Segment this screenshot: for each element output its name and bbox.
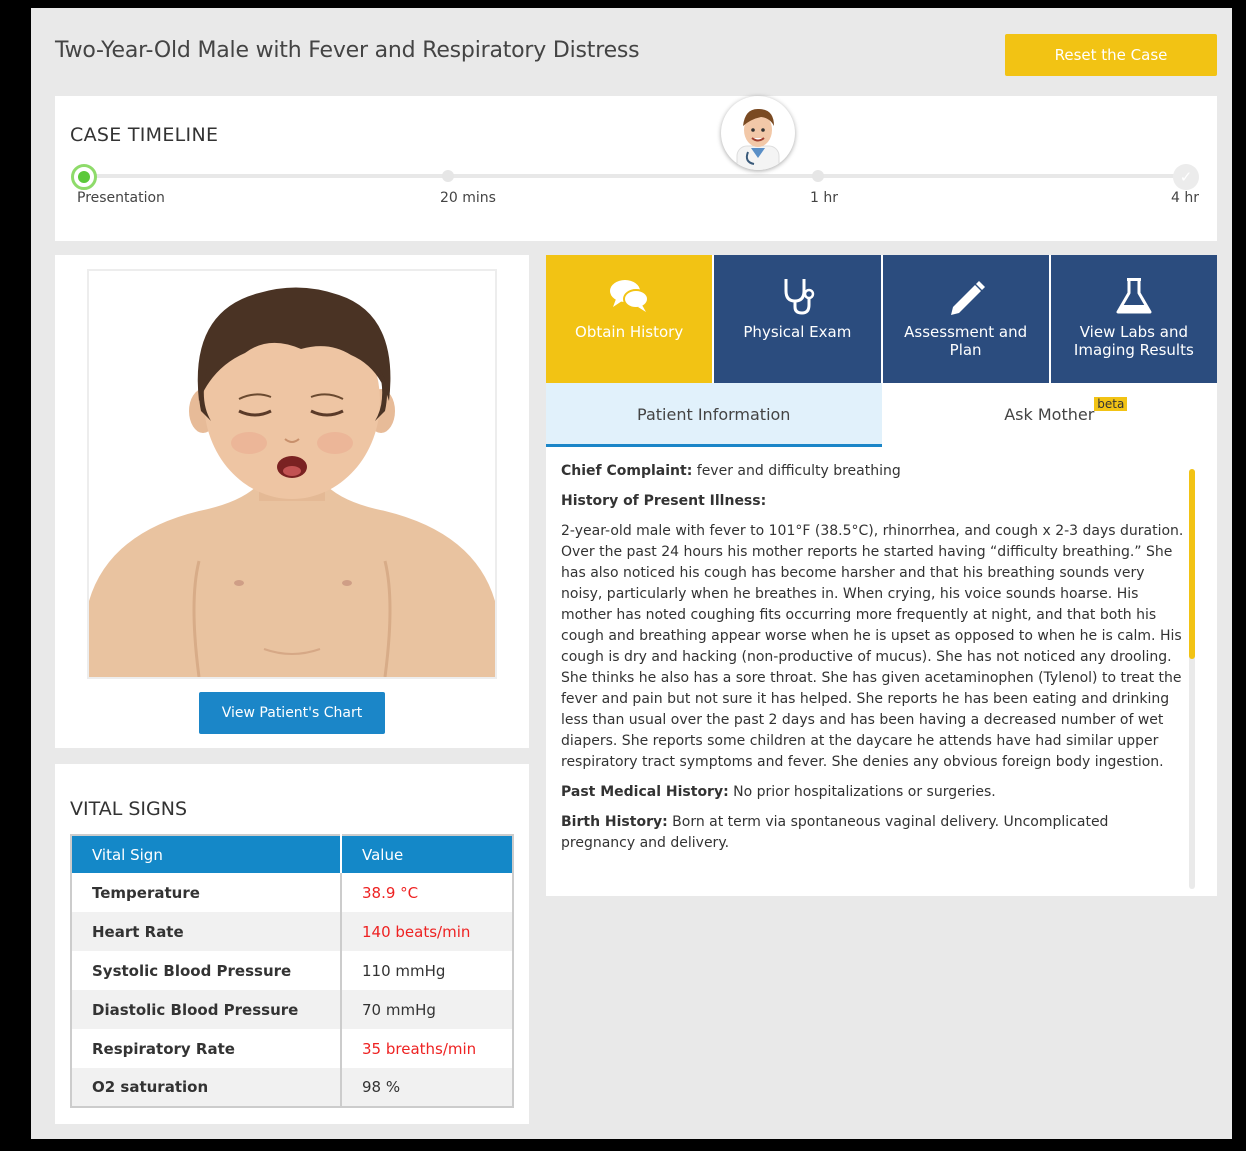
chat-bubbles-icon [610,280,650,312]
pencil-icon [950,281,985,315]
timeline-label: 1 hr [810,190,838,206]
column-header-value: Value [341,835,513,873]
info-scrollbar[interactable] [1189,469,1195,889]
vital-signs-panel: VITAL SIGNS Vital Sign Value Temperature… [55,764,529,1124]
patient-information-panel: Chief Complaint: fever and difficulty br… [546,447,1217,896]
tab-view-labs-and-imaging[interactable]: View Labs and Imaging Results [1050,255,1217,383]
vital-sign-name: Heart Rate [71,912,341,951]
tab-physical-exam[interactable]: Physical Exam [714,255,883,383]
table-row: Heart Rate 140 beats/min [71,912,513,951]
tab-assessment-and-plan[interactable]: Assessment and Plan [882,255,1051,383]
birth-history: Birth History: Born at term via spontane… [561,812,1187,854]
vital-sign-value: 35 breaths/min [340,1029,513,1068]
vital-sign-name: O2 saturation [71,1068,341,1107]
scrollbar-thumb[interactable] [1189,469,1195,659]
field-label: History of Present Illness: [561,493,767,509]
view-patient-chart-button[interactable]: View Patient's Chart [199,692,385,734]
timeline-point-presentation[interactable] [71,164,97,190]
column-header-vital-sign: Vital Sign [71,835,342,873]
hpi-heading: History of Present Illness: [561,491,1187,512]
vital-sign-name: Systolic Blood Pressure [92,961,292,980]
vital-sign-value: 110 mmHg [340,951,513,990]
case-action-tabs: Obtain History Physical Exam Assessment … [546,255,1217,383]
timeline-label: 20 mins [440,190,496,206]
vital-signs-title: VITAL SIGNS [70,798,188,820]
field-label: Birth History: [561,814,668,830]
field-label: Past Medical History: [561,784,729,800]
table-row: Systolic Blood Pressure 110 mmHg [71,951,513,990]
field-value: No prior hospitalizations or surgeries. [733,784,996,800]
table-header-row: Vital Sign Value [71,835,513,873]
vital-sign-value: 38.9 °C [340,873,513,912]
vital-sign-value: 140 beats/min [340,912,513,951]
case-timeline: CASE TIMELINE ✓ Presentation 20 mins 1 h… [55,96,1217,241]
hpi-text: 2-year-old male with fever to 101°F (38.… [561,523,1184,770]
timeline-point-1-hr[interactable] [812,170,824,182]
vital-sign-name: Temperature [92,883,200,902]
vital-sign-value: 70 mmHg [340,990,513,1029]
vital-sign-name: Respiratory Rate [92,1039,235,1058]
timeline-track [85,174,1190,178]
child-patient-illustration [89,271,495,677]
checkmark-icon[interactable]: ✓ [1173,164,1199,190]
table-row: Diastolic Blood Pressure 70 mmHg [71,990,513,1029]
tab-label: Assessment and Plan [904,323,1028,359]
vital-sign-name: Diastolic Blood Pressure [71,990,341,1029]
tab-patient-information[interactable]: Patient Information [546,383,882,447]
past-medical-history: Past Medical History: No prior hospitali… [561,782,1187,803]
reset-case-button[interactable]: Reset the Case [1005,34,1217,76]
info-subtabs: Patient Information Ask Mother beta [546,383,1217,447]
timeline-point-20-mins[interactable] [442,170,454,182]
table-row: O2 saturation 98 % [71,1068,513,1107]
tab-obtain-history[interactable]: Obtain History [546,255,715,383]
flask-icon [1116,278,1152,314]
tab-ask-mother[interactable]: Ask Mother beta [882,383,1218,447]
tab-label: View Labs and Imaging Results [1073,323,1194,359]
timeline-title: CASE TIMELINE [70,124,219,146]
timeline-label: 4 hr [1171,190,1199,206]
subtab-label: Ask Mother [1004,405,1095,424]
field-value: fever and difficulty breathing [696,463,901,479]
case-app: Two-Year-Old Male with Fever and Respira… [31,8,1232,1139]
timeline-label: Presentation [77,190,165,206]
patient-image [87,269,497,679]
tab-label: Obtain History [575,323,684,341]
vital-sign-value: 98 % [340,1068,513,1107]
vital-signs-table: Vital Sign Value Temperature 38.9 °C Hea… [70,834,514,1108]
case-title: Two-Year-Old Male with Fever and Respira… [55,38,640,63]
stethoscope-icon [784,279,815,315]
patient-panel: View Patient's Chart [55,255,529,748]
doctor-icon [736,108,780,170]
tab-label: Physical Exam [743,323,852,341]
beta-badge: beta [1094,397,1128,411]
doctor-avatar [721,96,795,170]
chief-complaint: Chief Complaint: fever and difficulty br… [561,461,1187,482]
field-label: Chief Complaint: [561,463,693,479]
table-row: Respiratory Rate 35 breaths/min [71,1029,513,1068]
table-row: Temperature 38.9 °C [71,873,513,912]
patient-information-content[interactable]: Chief Complaint: fever and difficulty br… [561,461,1187,881]
subtab-label: Patient Information [637,405,791,424]
